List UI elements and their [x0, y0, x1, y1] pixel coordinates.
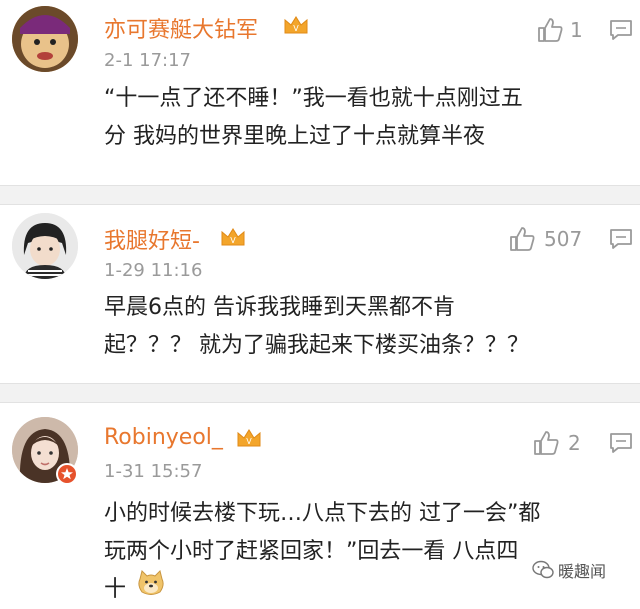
watermark-text: 暖趣闻 — [558, 562, 607, 581]
comment-text-line: 小的时候去楼下玩…八点下去的 过了一会”都 — [104, 501, 541, 526]
like-count: 507 — [544, 227, 583, 251]
comment-text-line: 分 我妈的世界里晚上过了十点就算半夜 — [104, 124, 485, 149]
like-count: 2 — [568, 431, 581, 455]
username[interactable]: 我腿好短- — [104, 223, 200, 255]
timestamp: 2-1 17:17 — [104, 50, 191, 71]
username[interactable]: Robinyeol_ — [104, 425, 223, 450]
comment-item: 亦可赛艇大钻军 V 2-1 17:17 1 “十一点了还不睡！”我一看也就十点刚… — [0, 0, 640, 185]
svg-text:V: V — [230, 236, 236, 245]
comment-text-line: 早晨6点的 告诉我我睡到天黑都不肯 — [104, 295, 455, 320]
thumbs-up-icon[interactable] — [532, 429, 560, 457]
watermark: 暖趣闻 — [532, 558, 606, 582]
comment-text-line: “十一点了还不睡！”我一看也就十点刚过五 — [104, 86, 523, 111]
verified-badge-icon — [56, 463, 78, 485]
timestamp: 1-29 11:16 — [104, 260, 203, 281]
wechat-icon — [532, 560, 554, 579]
timestamp: 1-31 15:57 — [104, 461, 203, 482]
svg-text:V: V — [246, 437, 252, 446]
comment-icon[interactable] — [608, 227, 634, 251]
comment-text-line: 起？？？ 就为了骗我起来下楼买油条？？？ — [104, 333, 529, 358]
comment-text-line: 十 — [104, 577, 127, 602]
comment-text-line: 玩两个小时了赶紧回家！”回去一看 八点四 — [104, 539, 519, 564]
username[interactable]: 亦可赛艇大钻军 — [104, 12, 258, 44]
thumbs-up-icon[interactable] — [536, 16, 564, 44]
doge-emoji-icon — [136, 569, 166, 597]
like-count: 1 — [570, 18, 583, 42]
crown-icon: V — [220, 227, 246, 247]
avatar[interactable] — [12, 213, 78, 279]
svg-text:V: V — [293, 24, 299, 33]
separator — [0, 383, 640, 403]
crown-icon: V — [283, 15, 309, 35]
separator — [0, 185, 640, 205]
comment-icon[interactable] — [608, 431, 634, 455]
crown-icon: V — [236, 428, 262, 448]
thumbs-up-icon[interactable] — [508, 225, 536, 253]
comment-icon[interactable] — [608, 18, 634, 42]
comment-item: 我腿好短- V 1-29 11:16 507 早晨6点的 告诉我我睡到天黑都不肯… — [0, 205, 640, 383]
avatar[interactable] — [12, 6, 78, 72]
